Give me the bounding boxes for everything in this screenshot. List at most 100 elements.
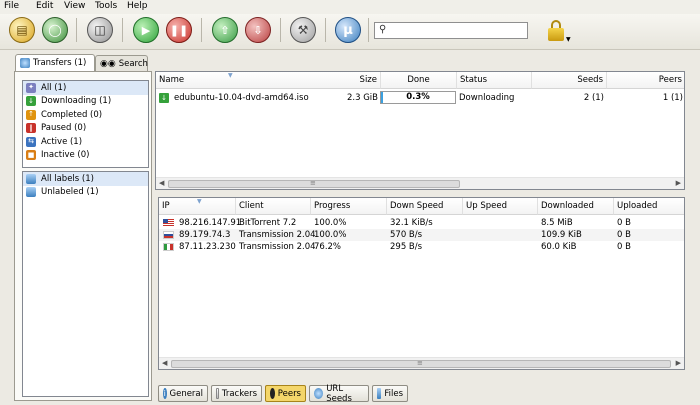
torrent-row[interactable]: ↓ edubuntu-10.04-dvd-amd64.iso 2.3 GiB 0… <box>156 90 684 105</box>
label-item-label: Unlabeled (1) <box>41 187 99 198</box>
web-globe-icon: ◯ <box>48 23 62 37</box>
ru-flag-icon <box>163 231 174 239</box>
tab-trackers-label: Trackers <box>221 388 257 399</box>
torrent-name: edubuntu-10.04-dvd-amd64.iso <box>174 92 309 103</box>
peer-downloaded: 8.5 MiB <box>541 218 573 228</box>
queue-up-button[interactable]: ⇧ <box>212 17 238 43</box>
filter-all[interactable]: ✦ All (1) <box>23 81 148 95</box>
menu-view[interactable]: View <box>64 1 85 11</box>
open-url-button[interactable]: ◯ <box>42 17 68 43</box>
preferences-button[interactable]: ⚒ <box>290 17 316 43</box>
peers-list: IP ▼ Client Progress Down Speed Up Speed… <box>158 197 685 370</box>
pane-splitter[interactable] <box>155 190 685 196</box>
chevron-down-icon[interactable]: ▼ <box>566 36 571 43</box>
scroll-left-icon[interactable]: ◀ <box>159 179 164 187</box>
column-up-speed[interactable]: Up Speed <box>463 198 538 215</box>
label-all[interactable]: All labels (1) <box>23 172 148 186</box>
toolbar-separator <box>76 18 77 42</box>
tab-general[interactable]: i General <box>158 385 208 402</box>
menu-file[interactable]: File <box>4 1 19 11</box>
download-arrow-icon: ↓ <box>159 92 169 103</box>
column-peers[interactable]: Peers <box>607 72 684 89</box>
active-icon: ⇆ <box>26 136 36 147</box>
column-down-speed[interactable]: Down Speed <box>387 198 463 215</box>
menu-tools[interactable]: Tools <box>95 1 117 11</box>
us-flag-icon <box>163 219 174 227</box>
toolbar-separator <box>201 18 202 42</box>
torrent-hscrollbar[interactable]: ◀ ≡ ▶ <box>156 177 684 189</box>
tab-url-seeds[interactable]: URL Seeds <box>309 384 369 404</box>
info-icon: i <box>163 388 167 399</box>
peer-ip-cell: 89.179.74.3 <box>163 229 230 241</box>
peer-progress: 100.0% <box>314 230 347 240</box>
label-filter-list: All labels (1) Unlabeled (1) <box>22 171 149 397</box>
tools-icon: ⚒ <box>297 23 309 37</box>
play-icon: ▶ <box>141 23 151 37</box>
peer-down-speed: 295 B/s <box>390 242 423 252</box>
tab-files[interactable]: Files <box>372 385 408 402</box>
peer-row[interactable]: 89.179.74.3 Transmission 2.04 100.0% 570… <box>159 229 684 241</box>
peer-progress: 100.0% <box>314 218 347 228</box>
sort-arrow-icon: ▼ <box>197 198 202 205</box>
filter-downloading[interactable]: ↓ Downloading (1) <box>23 95 148 109</box>
column-status[interactable]: Status <box>457 72 532 89</box>
peer-uploaded: 0 B <box>617 230 631 240</box>
folder-icon <box>26 187 36 198</box>
peer-down-speed: 570 B/s <box>390 230 423 240</box>
column-label: IP <box>162 201 170 211</box>
queue-up-icon: ⇧ <box>220 23 230 37</box>
peers-hscrollbar[interactable]: ◀ ≡ ▶ <box>159 357 684 369</box>
column-client[interactable]: Client <box>236 198 311 215</box>
start-button[interactable]: ▶ <box>133 17 159 43</box>
search-input[interactable]: ⚲ <box>374 22 528 39</box>
toolbar-separator <box>325 18 326 42</box>
label-unlabeled[interactable]: Unlabeled (1) <box>23 186 148 200</box>
scroll-left-icon[interactable]: ◀ <box>162 359 167 367</box>
tab-peers[interactable]: Peers <box>265 385 306 402</box>
peer-client: BitTorrent 7.2 <box>239 218 297 228</box>
remove-button[interactable]: ◫ <box>87 17 113 43</box>
column-label: Status <box>460 75 488 85</box>
column-uploaded[interactable]: Uploaded <box>614 198 684 215</box>
tab-transfers[interactable]: Transfers (1) <box>15 54 95 71</box>
peer-row[interactable]: 98.216.147.91 BitTorrent 7.2 100.0% 32.1… <box>159 217 684 229</box>
folder-icon: ▤ <box>16 23 28 37</box>
open-torrent-button[interactable]: ▤ <box>9 17 35 43</box>
search-icon: ⚲ <box>379 24 387 35</box>
about-button[interactable]: μ <box>335 17 361 43</box>
tab-search-label: Search <box>118 58 148 69</box>
queue-down-button[interactable]: ⇩ <box>245 17 271 43</box>
column-size[interactable]: Size <box>331 72 381 89</box>
toolbar-separator <box>122 18 123 42</box>
torrent-status: Downloading <box>459 92 515 103</box>
peer-row[interactable]: 87.11.23.230 Transmission 2.04 76.2% 295… <box>159 241 684 253</box>
tab-search[interactable]: ◉◉ Search <box>95 55 148 71</box>
folder-icon <box>26 173 36 184</box>
tab-trackers[interactable]: Trackers <box>211 385 262 402</box>
column-label: Seeds <box>577 75 603 85</box>
peer-uploaded: 0 B <box>617 242 631 252</box>
torrent-seeds: 2 (1) <box>583 92 604 103</box>
filter-active[interactable]: ⇆ Active (1) <box>23 135 148 149</box>
lock-icon[interactable] <box>548 20 564 42</box>
column-label: Client <box>239 201 264 211</box>
column-label: Done <box>407 75 430 85</box>
filter-completed[interactable]: ↑ Completed (0) <box>23 108 148 122</box>
toolbar-separator <box>368 18 369 42</box>
menu-edit[interactable]: Edit <box>36 1 53 11</box>
scroll-right-icon[interactable]: ▶ <box>676 179 681 187</box>
pause-button[interactable]: ❚❚ <box>166 17 192 43</box>
scroll-right-icon[interactable]: ▶ <box>676 359 681 367</box>
column-seeds[interactable]: Seeds <box>532 72 607 89</box>
filter-label: Active (1) <box>41 136 83 147</box>
peer-uploaded: 0 B <box>617 218 631 228</box>
column-progress[interactable]: Progress <box>311 198 387 215</box>
trash-icon: ◫ <box>94 23 106 37</box>
filter-inactive[interactable]: ■ Inactive (0) <box>23 149 148 163</box>
filter-paused[interactable]: ‖ Paused (0) <box>23 122 148 136</box>
it-flag-icon <box>163 243 174 251</box>
menu-help[interactable]: Help <box>127 1 148 11</box>
column-downloaded[interactable]: Downloaded <box>538 198 614 215</box>
column-label: Downloaded <box>541 201 594 211</box>
column-done[interactable]: Done <box>381 72 457 89</box>
